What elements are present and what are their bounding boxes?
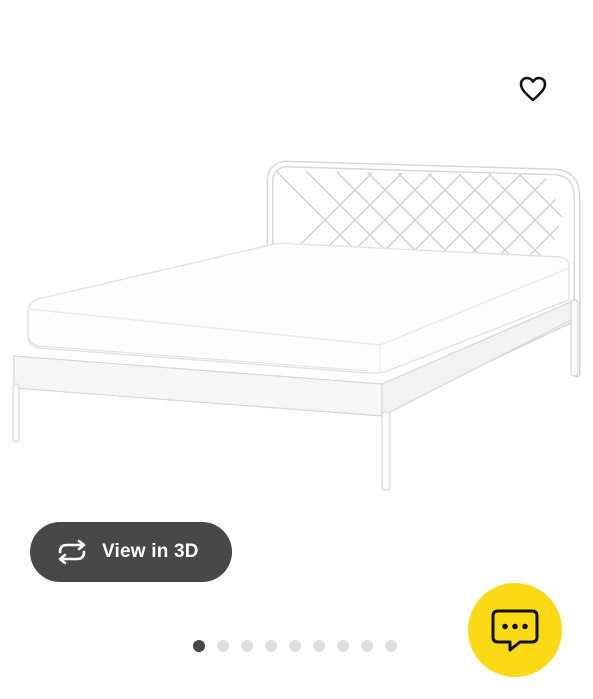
carousel-dot[interactable] (313, 640, 325, 652)
view-in-3d-label: View in 3D (102, 541, 199, 562)
carousel-dot[interactable] (361, 640, 373, 652)
product-image[interactable] (0, 150, 593, 500)
carousel-dot[interactable] (241, 640, 253, 652)
rotate-arrows-icon (54, 534, 90, 570)
chat-button[interactable] (468, 583, 562, 677)
carousel-dot[interactable] (385, 640, 397, 652)
favorite-button[interactable] (512, 68, 554, 110)
chat-bubble-icon (491, 609, 539, 652)
carousel-dot[interactable] (217, 640, 229, 652)
carousel-dot[interactable] (337, 640, 349, 652)
carousel-dot[interactable] (193, 640, 205, 652)
view-in-3d-button[interactable]: View in 3D (30, 522, 232, 582)
heart-outline-icon (519, 76, 547, 102)
carousel-dot[interactable] (289, 640, 301, 652)
carousel-indicator (193, 640, 397, 652)
product-gallery: View in 3D (0, 0, 593, 699)
carousel-dot[interactable] (265, 640, 277, 652)
